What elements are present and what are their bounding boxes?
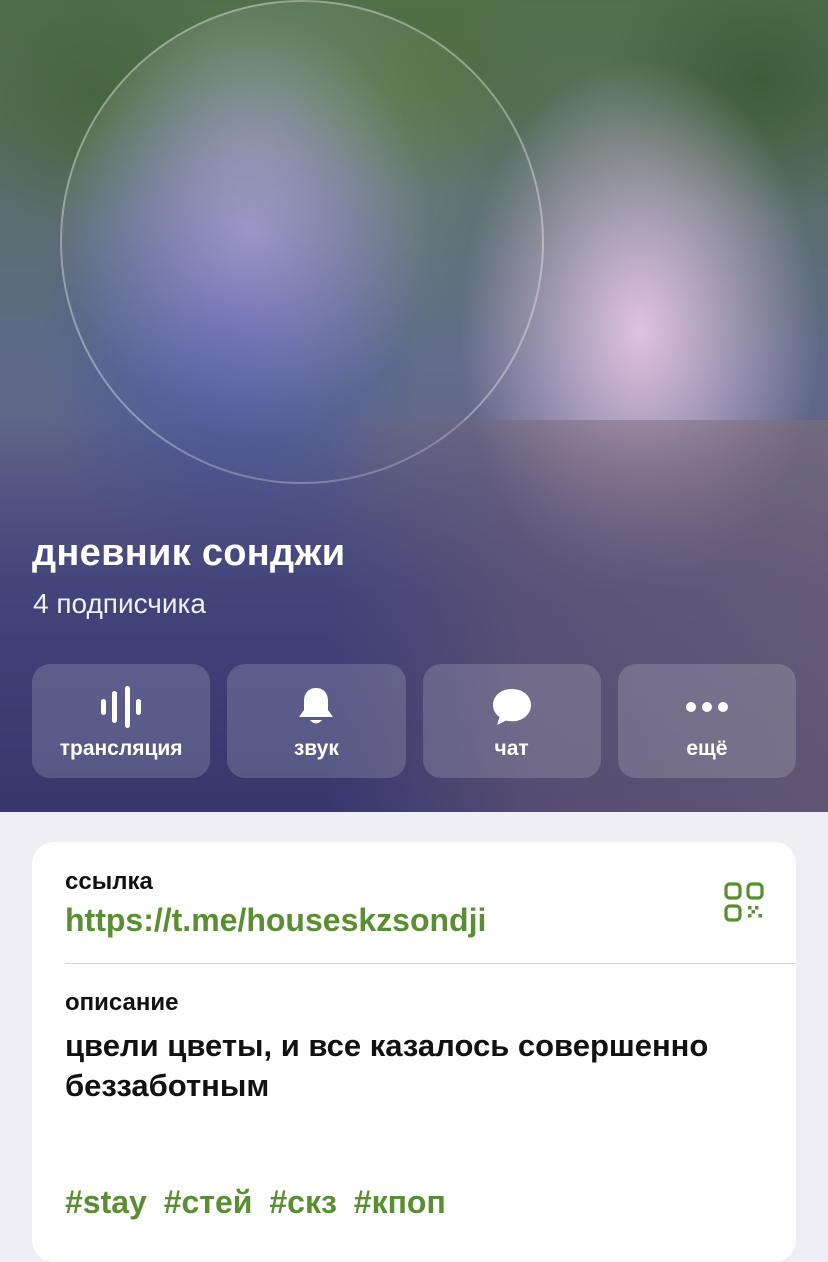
sound-label: звук <box>293 737 339 760</box>
divider <box>65 963 796 964</box>
live-stream-label: трансляция <box>59 737 183 760</box>
more-label: ещё <box>686 737 728 760</box>
hashtag-link[interactable]: #стей <box>164 1184 253 1220</box>
more-dots-icon <box>685 686 729 728</box>
description-label: описание <box>65 989 179 1016</box>
chat-button[interactable]: чат <box>422 664 601 778</box>
hashtag-link[interactable]: #кпоп <box>354 1184 446 1220</box>
hashtag-list: #stay #стей #скз #кпоп <box>65 1184 454 1221</box>
channel-header: дневник сонджи 4 подписчика трансляция з… <box>0 0 828 812</box>
live-stream-icon <box>99 686 143 728</box>
channel-link[interactable]: https://t.me/houseskzsondji <box>65 902 486 939</box>
chat-label: чат <box>494 737 529 760</box>
qr-code-icon[interactable] <box>724 882 764 922</box>
bell-icon <box>297 686 335 728</box>
hashtag-link[interactable]: #скз <box>269 1184 337 1220</box>
chat-bubble-icon <box>491 686 533 728</box>
channel-title: дневник сонджи <box>32 532 346 574</box>
link-label: ссылка <box>65 868 153 895</box>
action-bar: трансляция звук чат ещё <box>32 664 796 778</box>
more-button[interactable]: ещё <box>617 664 796 778</box>
subscriber-count: 4 подписчика <box>33 588 206 619</box>
channel-info-card: ссылка https://t.me/houseskzsondji описа… <box>32 842 796 1262</box>
live-stream-button[interactable]: трансляция <box>32 664 211 778</box>
hashtag-link[interactable]: #stay <box>65 1184 147 1220</box>
sound-button[interactable]: звук <box>227 664 406 778</box>
header-photo-bubble <box>60 0 544 484</box>
description-text: цвели цветы, и все казалось совершенно б… <box>65 1028 709 1103</box>
